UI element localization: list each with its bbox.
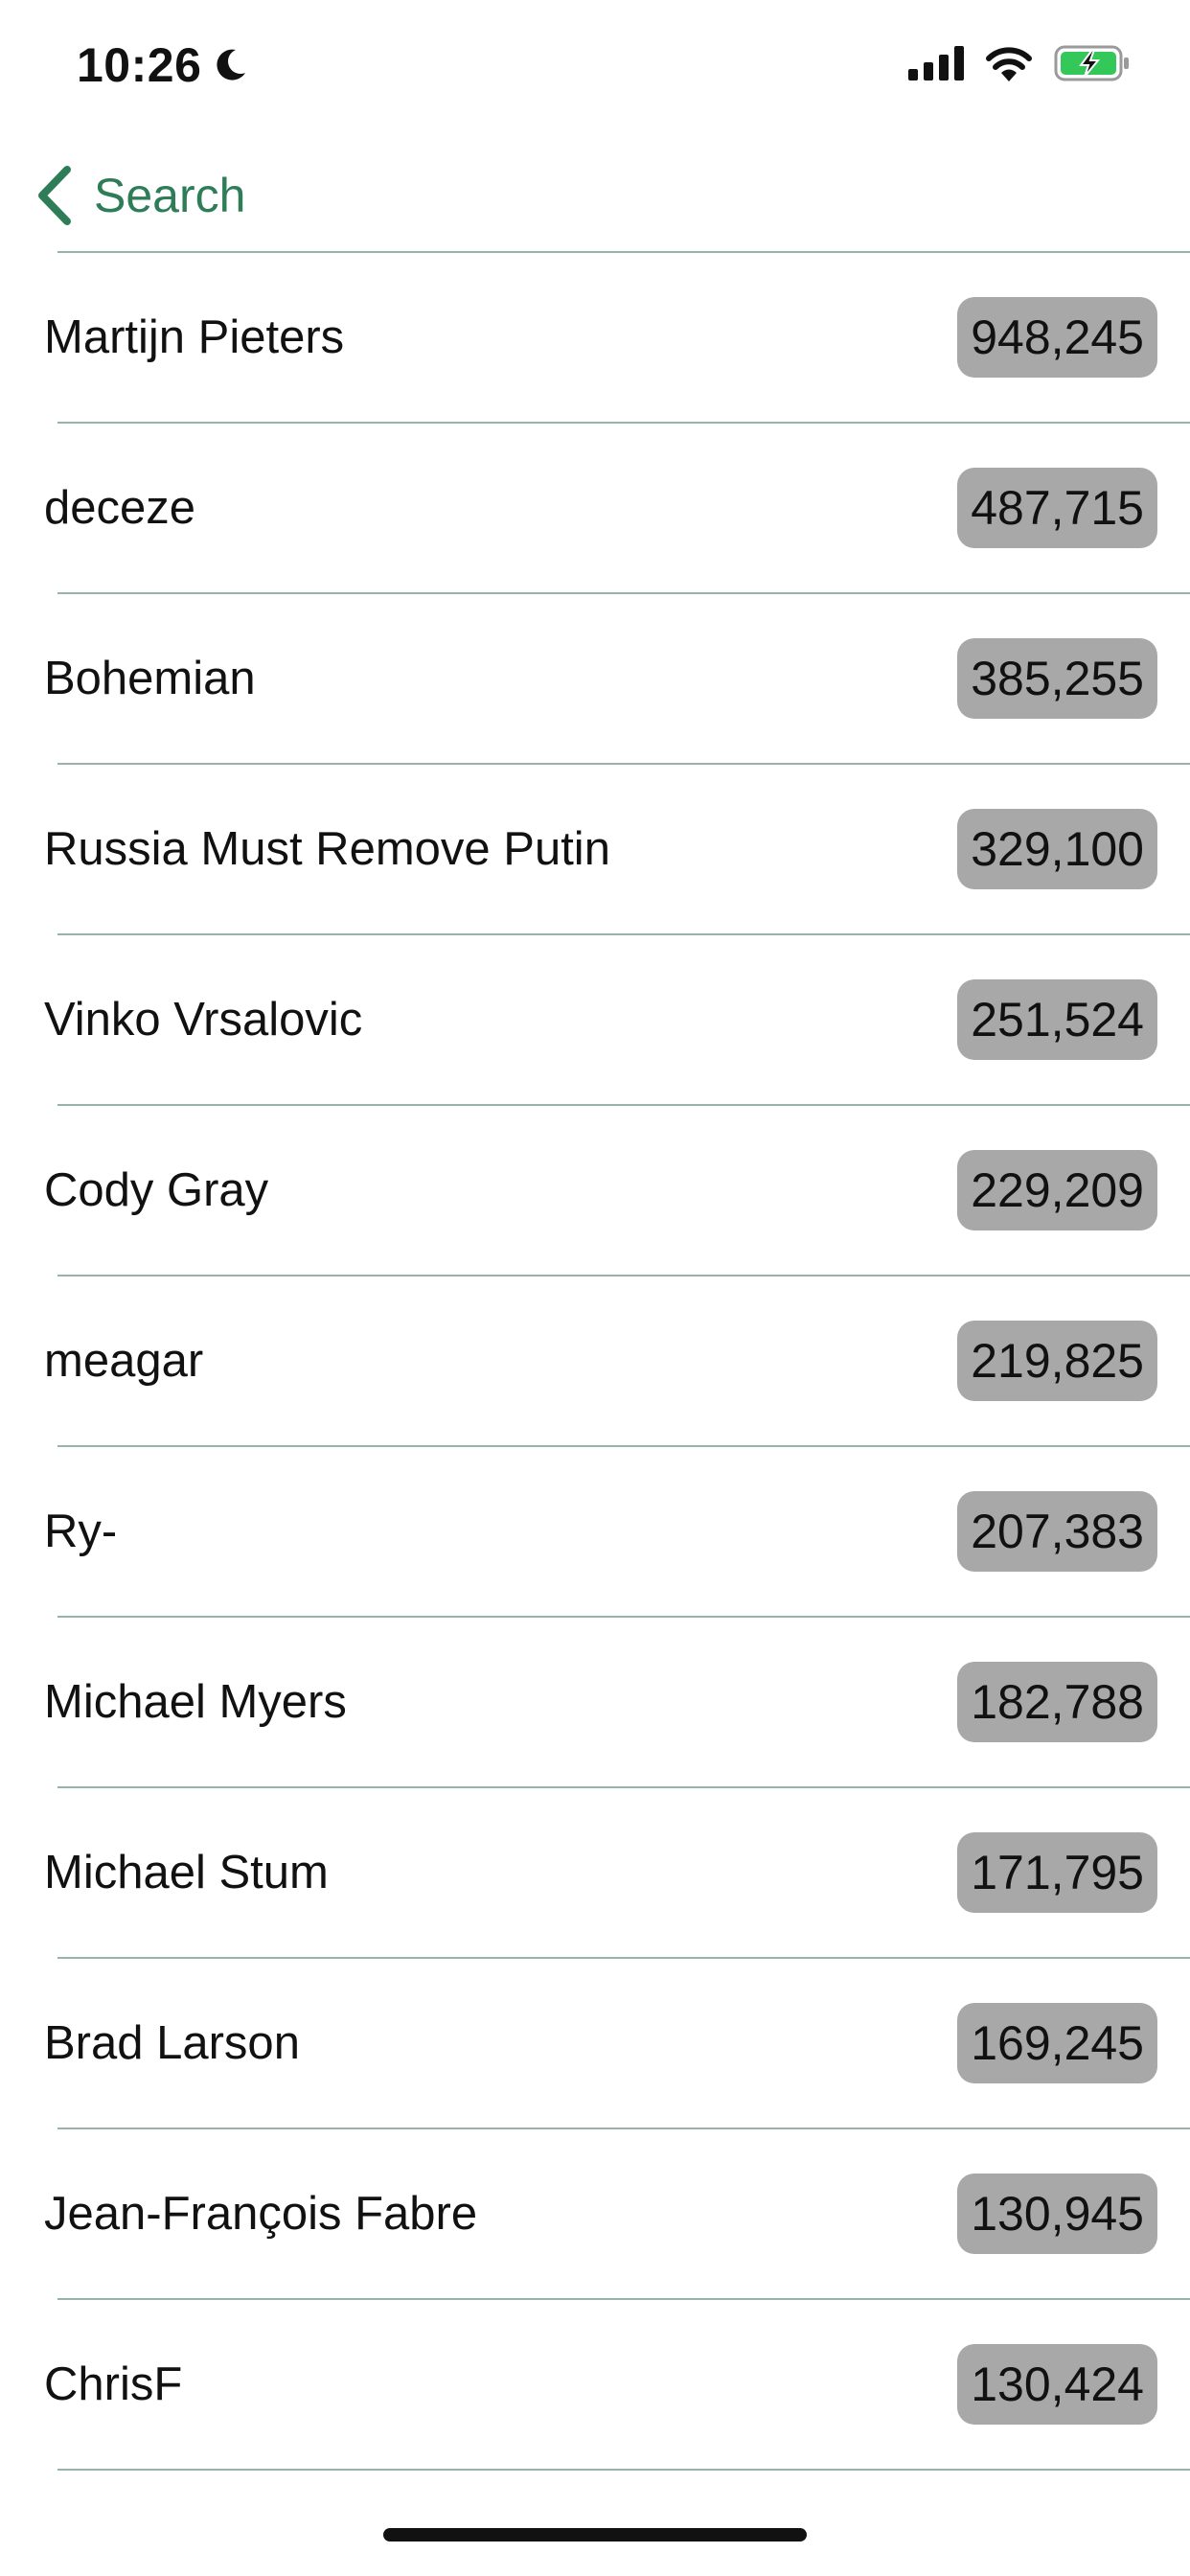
reputation-badge: 948,245 <box>957 297 1157 378</box>
reputation-badge: 171,795 <box>957 1832 1157 1913</box>
list-item[interactable]: Ry- 207,383 <box>0 1447 1190 1616</box>
reputation-badge: 329,100 <box>957 809 1157 889</box>
user-name: meagar <box>44 1335 204 1387</box>
reputation-badge: 385,255 <box>957 638 1157 719</box>
list-item[interactable]: Vinko Vrsalovic 251,524 <box>0 935 1190 1104</box>
user-name: ChrisF <box>44 2358 183 2410</box>
reputation-badge: 487,715 <box>957 468 1157 548</box>
list-item[interactable]: Jean-François Fabre 130,945 <box>0 2129 1190 2298</box>
user-name: Martijn Pieters <box>44 311 345 363</box>
reputation-badge: 207,383 <box>957 1491 1157 1572</box>
reputation-badge: 130,945 <box>957 2174 1157 2254</box>
user-name: Ry- <box>44 1506 118 1557</box>
user-name: Jean-François Fabre <box>44 2188 478 2240</box>
chevron-left-icon <box>33 164 75 227</box>
user-name: Russia Must Remove Putin <box>44 823 610 875</box>
reputation-badge: 229,209 <box>957 1150 1157 1230</box>
list-item[interactable]: deceze 487,715 <box>0 424 1190 592</box>
user-name: Michael Myers <box>44 1676 347 1728</box>
reputation-badge: 169,245 <box>957 2003 1157 2083</box>
list-item[interactable]: meagar 219,825 <box>0 1276 1190 1445</box>
home-indicator[interactable] <box>383 2528 807 2542</box>
reputation-badge: 219,825 <box>957 1321 1157 1401</box>
list-divider <box>57 2469 1190 2471</box>
moon-icon <box>211 46 249 84</box>
reputation-badge: 182,788 <box>957 1662 1157 1742</box>
list-item[interactable]: ChrisF 130,424 <box>0 2300 1190 2469</box>
user-name: Vinko Vrsalovic <box>44 994 363 1046</box>
back-button-label: Search <box>94 169 246 222</box>
status-time: 10:26 <box>77 38 202 92</box>
list-item[interactable]: Martijn Pieters 948,245 <box>0 253 1190 422</box>
battery-charging-icon <box>1054 44 1131 82</box>
status-icons <box>908 42 1131 84</box>
reputation-badge: 251,524 <box>957 979 1157 1060</box>
reputation-badge: 130,424 <box>957 2344 1157 2425</box>
status-bar: 10:26 <box>0 0 1190 126</box>
list-item[interactable]: Russia Must Remove Putin 329,100 <box>0 765 1190 933</box>
wifi-icon <box>985 45 1033 81</box>
signal-icon <box>908 46 964 80</box>
user-name: Michael Stum <box>44 1847 329 1898</box>
status-time-group: 10:26 <box>77 34 249 96</box>
list-item[interactable]: Cody Gray 229,209 <box>0 1106 1190 1275</box>
list-item[interactable]: Michael Myers 182,788 <box>0 1618 1190 1786</box>
user-list: Martijn Pieters 948,245 deceze 487,715 B… <box>0 251 1190 2471</box>
list-item[interactable]: Brad Larson 169,245 <box>0 1959 1190 2128</box>
user-name: Bohemian <box>44 653 256 704</box>
user-name: Cody Gray <box>44 1164 269 1216</box>
user-name: Brad Larson <box>44 2017 300 2069</box>
list-item[interactable]: Bohemian 385,255 <box>0 594 1190 763</box>
back-button[interactable]: Search <box>33 157 245 234</box>
navigation-bar: Search <box>0 144 1190 251</box>
list-item[interactable]: Michael Stum 171,795 <box>0 1788 1190 1957</box>
user-name: deceze <box>44 482 196 534</box>
